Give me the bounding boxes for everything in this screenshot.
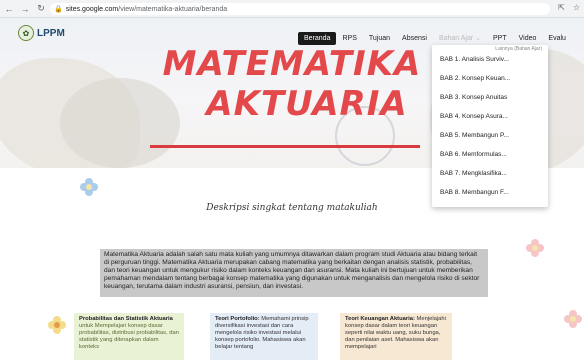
logo-emblem-icon: ✿ xyxy=(18,25,34,41)
nav-item-ppt[interactable]: PPT xyxy=(487,32,513,45)
flower-decoration-icon xyxy=(526,239,544,257)
top-nav: Beranda RPS Tujuan Absensi Bahan Ajar ⌄ … xyxy=(298,31,572,45)
dropdown-item-bab-6[interactable]: BAB 6. Memformulas... xyxy=(432,146,548,165)
site-logo[interactable]: ✿ LPPM xyxy=(18,25,65,41)
dropdown-item-bab-7[interactable]: BAB 7. Mengklasifika... xyxy=(432,165,548,184)
url-path: /view/matematika-aktuaria/beranda xyxy=(118,5,228,13)
dropdown-item-bab-4[interactable]: BAB 4. Konsep Asura... xyxy=(432,108,548,127)
url-host: sites.google.com xyxy=(65,5,119,13)
flower-decoration-icon xyxy=(48,316,66,334)
nav-item-beranda[interactable]: Beranda xyxy=(298,31,337,45)
browser-toolbar: ← → ↻ 🔒 sites.google.com/view/matematika… xyxy=(0,0,584,18)
card-title: Teori Portofolio: xyxy=(215,316,260,322)
dropdown-item-bab-5[interactable]: BAB 5. Membangun P... xyxy=(432,127,548,146)
lock-icon: 🔒 xyxy=(54,6,63,13)
nav-item-rps[interactable]: RPS xyxy=(336,32,362,45)
browser-right-icons: ⇱ ☆ xyxy=(558,3,580,12)
forward-icon[interactable]: → xyxy=(18,2,32,16)
hero-underline xyxy=(150,145,420,148)
card-title: Probabilitas dan Statistik Aktuaria xyxy=(79,316,173,322)
star-icon[interactable]: ☆ xyxy=(573,3,580,12)
chevron-down-icon: ⌄ xyxy=(475,35,482,42)
card-text: untuk Mempelajari konsep dasar probabili… xyxy=(79,323,179,350)
description-text: Matematika Aktuaria adalah salah satu ma… xyxy=(100,249,488,297)
back-icon[interactable]: ← xyxy=(2,2,16,16)
description-title: Deskripsi singkat tentang matakuliah xyxy=(206,203,378,213)
dropdown-header: Lainnya (Bahan Ajar) xyxy=(495,46,542,52)
nav-item-tujuan[interactable]: Tujuan xyxy=(363,32,396,45)
card-title: Teori Keuangan Aktuaria: xyxy=(345,316,415,322)
bahan-ajar-dropdown: Lainnya (Bahan Ajar) BAB 1. Analisis Sur… xyxy=(432,45,548,207)
logo-text: LPPM xyxy=(37,27,65,39)
dropdown-item-bab-1[interactable]: BAB 1. Analisis Surviv... xyxy=(432,51,548,70)
nav-item-absensi[interactable]: Absensi xyxy=(396,32,433,45)
topic-card: Teori Portofolio: Memahami prinsip diver… xyxy=(210,313,318,360)
reload-icon[interactable]: ↻ xyxy=(34,2,48,16)
dropdown-item-bab-3[interactable]: BAB 3. Konsep Anuitas xyxy=(432,89,548,108)
nav-item-evaluasi[interactable]: Evalu xyxy=(542,32,572,45)
dropdown-item-bab-2[interactable]: BAB 2. Konsep Keuan... xyxy=(432,70,548,89)
address-bar[interactable]: 🔒 sites.google.com/view/matematika-aktua… xyxy=(50,3,550,15)
topic-card: Teori Keuangan Aktuaria: Menjelajahi kon… xyxy=(340,313,452,360)
nav-item-video[interactable]: Video xyxy=(513,32,543,45)
flower-decoration-icon xyxy=(80,178,98,196)
topic-card: Probabilitas dan Statistik Aktuaria untu… xyxy=(74,313,184,360)
dropdown-item-bab-8[interactable]: BAB 8. Membangun F... xyxy=(432,184,548,203)
nav-item-bahan-ajar-label: Bahan Ajar xyxy=(438,35,474,42)
nav-item-bahan-ajar[interactable]: Bahan Ajar ⌄ xyxy=(433,31,487,45)
share-icon[interactable]: ⇱ xyxy=(558,3,565,12)
flower-decoration-icon xyxy=(564,310,582,328)
